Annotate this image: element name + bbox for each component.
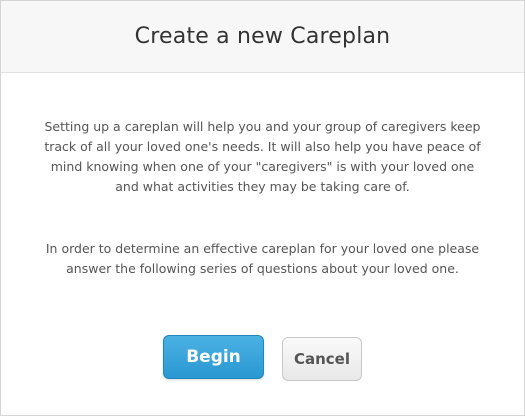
begin-button[interactable]: Begin [163,335,264,379]
cancel-button[interactable]: Cancel [282,337,362,381]
modal-header: Create a new Careplan [1,1,524,73]
instructions-paragraph: In order to determine an effective carep… [45,241,480,276]
modal-actions: Begin Cancel [1,335,524,381]
modal-title: Create a new Careplan [134,24,391,49]
intro-paragraph: Setting up a careplan will help you and … [44,119,481,194]
create-careplan-modal: Create a new Careplan Setting up a carep… [0,0,525,416]
modal-body: Setting up a careplan will help you and … [1,73,524,279]
